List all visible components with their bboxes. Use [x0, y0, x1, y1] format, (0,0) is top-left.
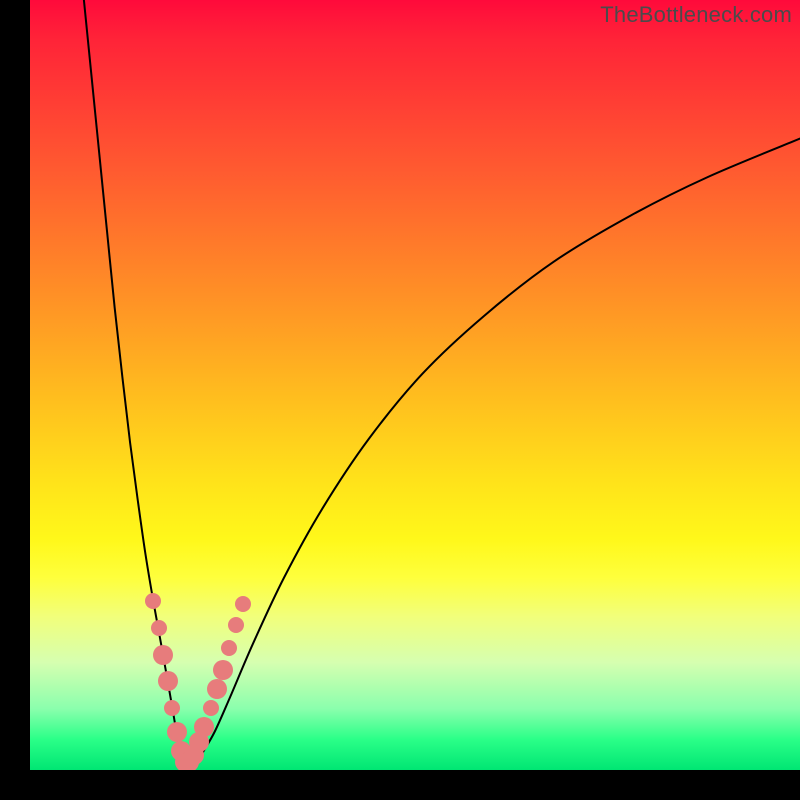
curve-marker	[145, 593, 161, 609]
chart-frame: TheBottleneck.com	[0, 0, 800, 800]
curve-marker	[167, 722, 187, 742]
curve-marker	[221, 640, 237, 656]
curve-marker	[151, 620, 167, 636]
curve-marker	[203, 700, 219, 716]
curve-marker	[207, 679, 227, 699]
curve-marker	[153, 645, 173, 665]
curve-marker	[194, 717, 214, 737]
curve-marker	[164, 700, 180, 716]
watermark-text: TheBottleneck.com	[600, 2, 792, 28]
curve-markers	[30, 0, 800, 770]
plot-area	[30, 0, 800, 770]
curve-marker	[235, 596, 251, 612]
curve-marker	[228, 617, 244, 633]
curve-marker	[213, 660, 233, 680]
curve-marker	[158, 671, 178, 691]
